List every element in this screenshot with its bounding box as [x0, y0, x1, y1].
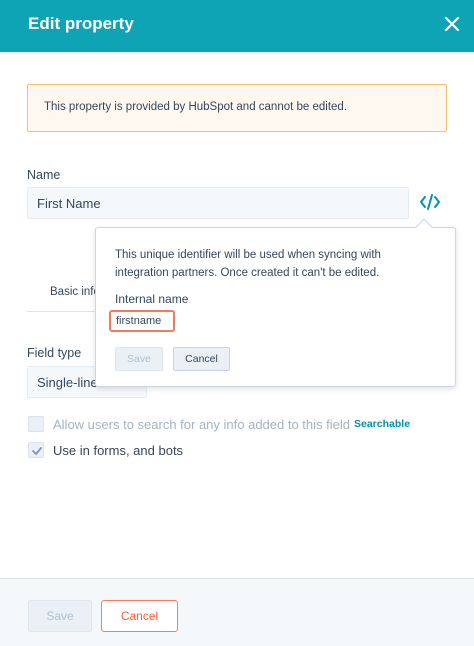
modal-footer: Save Cancel	[0, 578, 474, 646]
forms-label: Use in forms, and bots	[53, 442, 184, 458]
modal-title: Edit property	[28, 14, 134, 33]
tab-basic-info[interactable]: Basic info	[50, 286, 100, 298]
save-button[interactable]: Save	[28, 600, 92, 632]
popover-description: This unique identifier will be used when…	[115, 249, 381, 279]
name-input[interactable]: First Name	[27, 187, 409, 219]
modal-header: Edit property	[0, 0, 474, 52]
name-label: Name	[27, 168, 61, 182]
code-icon[interactable]	[418, 190, 442, 214]
popover-arrow	[415, 218, 433, 236]
readonly-notice: This property is provided by HubSpot and…	[27, 84, 447, 132]
internal-name-popover: This unique identifier will be used when…	[95, 218, 456, 387]
internal-name-input[interactable]: firstname	[109, 310, 175, 332]
tab-divider	[27, 311, 97, 312]
searchable-tag: Searchable	[354, 418, 411, 430]
checkmark-icon	[32, 447, 42, 455]
forms-option[interactable]: Use in forms, and bots	[28, 442, 183, 458]
forms-checkbox[interactable]	[28, 442, 44, 458]
close-icon[interactable]	[440, 12, 464, 36]
popover-cancel-button[interactable]: Cancel	[173, 347, 230, 371]
searchable-checkbox	[28, 416, 44, 432]
internal-name-label: Internal name	[115, 292, 189, 306]
searchable-label: Allow users to search for any info added…	[53, 416, 350, 432]
popover-save-button[interactable]: Save	[115, 347, 163, 371]
searchable-option: Allow users to search for any info added…	[28, 416, 410, 432]
field-type-label: Field type	[27, 346, 82, 360]
notice-text: This property is provided by HubSpot and…	[44, 101, 348, 113]
cancel-button[interactable]: Cancel	[101, 600, 178, 632]
